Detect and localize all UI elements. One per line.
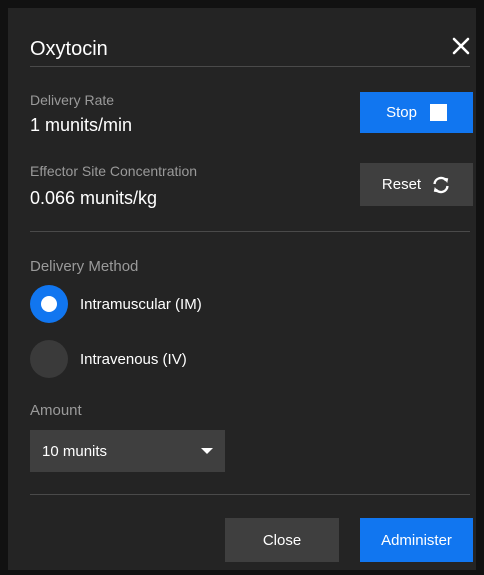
section-divider — [30, 231, 470, 232]
oxytocin-dialog: Oxytocin Delivery Rate 1 munits/min Stop… — [8, 8, 476, 570]
close-button[interactable]: Close — [225, 518, 339, 562]
amount-select-value: 10 munits — [42, 442, 108, 460]
radio-intravenous[interactable]: Intravenous (IV) — [30, 339, 187, 379]
delivery-method-label: Delivery Method — [30, 258, 139, 275]
stop-button[interactable]: Stop — [360, 92, 473, 133]
close-icon[interactable] — [449, 34, 473, 58]
effector-site-label: Effector Site Concentration — [30, 163, 198, 179]
administer-button-label: Administer — [381, 531, 452, 549]
radio-intramuscular[interactable]: Intramuscular (IM) — [30, 284, 202, 324]
stop-icon — [429, 104, 447, 121]
amount-select[interactable]: 10 munits — [30, 430, 225, 472]
administer-button[interactable]: Administer — [360, 518, 473, 562]
delivery-rate-label: Delivery Rate — [30, 92, 115, 108]
effector-site-value: 0.066 munits/kg — [30, 188, 158, 208]
dialog-title: Oxytocin — [30, 38, 108, 60]
close-button-label: Close — [262, 531, 302, 549]
reset-button-label: Reset — [381, 176, 422, 193]
stop-button-label: Stop — [386, 104, 417, 121]
header-divider — [30, 66, 470, 67]
reset-button[interactable]: Reset — [360, 163, 473, 206]
dialog-frame: Oxytocin Delivery Rate 1 munits/min Stop… — [0, 0, 484, 575]
refresh-icon — [433, 176, 449, 193]
radio-intramuscular-label: Intramuscular (IM) — [80, 295, 202, 313]
chevron-down-icon — [201, 448, 213, 454]
delivery-rate-value: 1 munits/min — [30, 115, 133, 135]
radio-selected-indicator[interactable] — [30, 285, 68, 323]
footer-divider — [30, 494, 470, 495]
radio-unselected-indicator[interactable] — [30, 340, 68, 378]
radio-intravenous-label: Intravenous (IV) — [80, 350, 187, 368]
amount-label: Amount — [30, 402, 82, 419]
